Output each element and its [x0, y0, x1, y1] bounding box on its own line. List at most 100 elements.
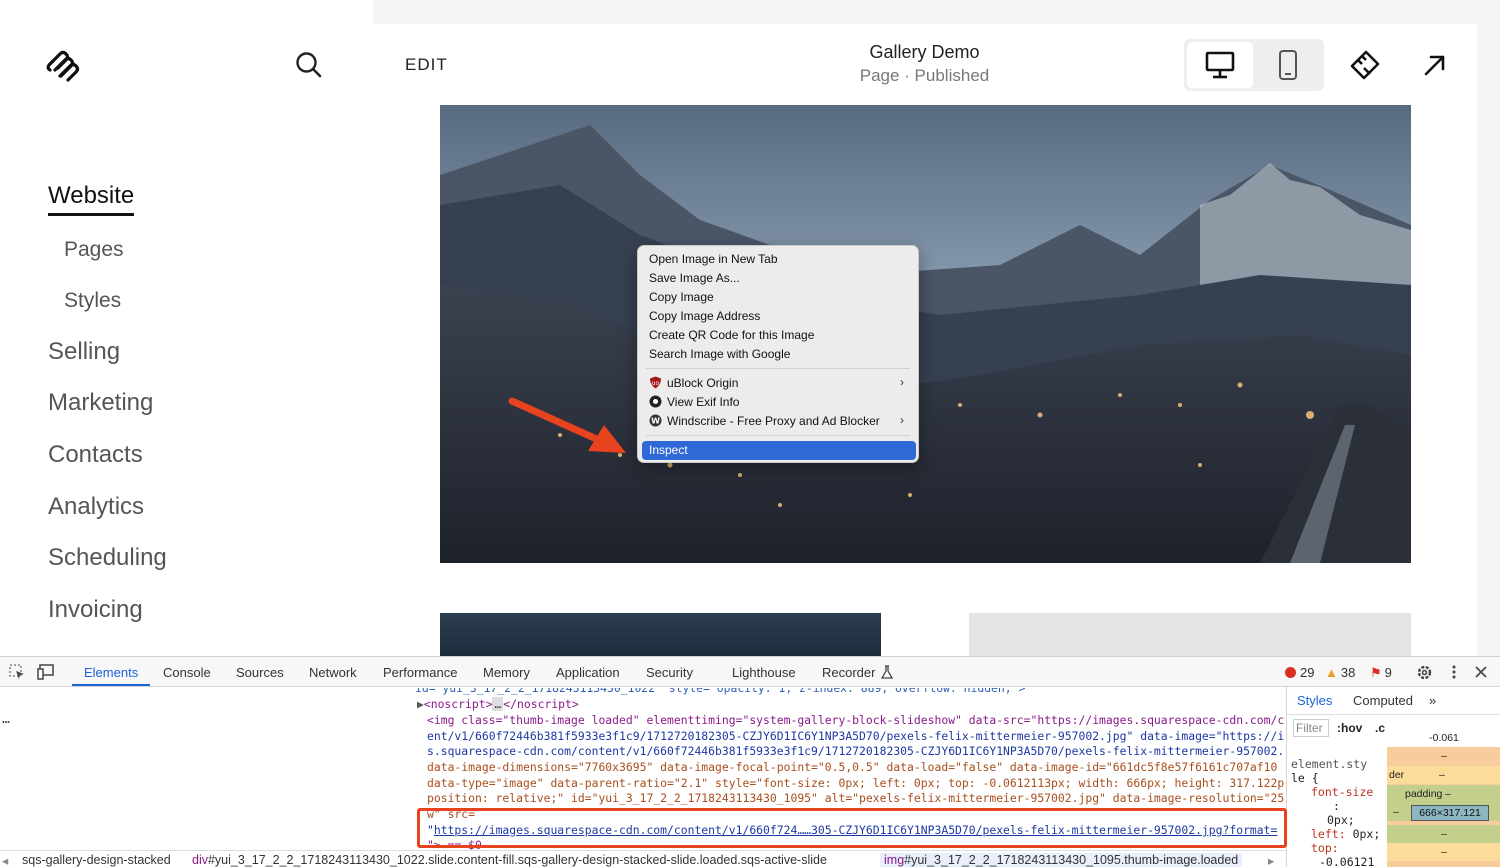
tab-application[interactable]: Application — [556, 665, 620, 680]
element-picker-icon[interactable] — [9, 664, 25, 680]
dom-line[interactable]: position: relative;" id="yui_3_17_2_2_17… — [427, 791, 1284, 807]
submenu-chevron-icon: › — [900, 413, 904, 427]
css-prop-top[interactable]: top: — [1311, 841, 1339, 855]
css-val-top[interactable]: -0.06121 — [1291, 855, 1391, 867]
dom-line[interactable]: s.squarespace-cdn.com/content/v1/660f724… — [427, 744, 1284, 760]
dom-line-noscript[interactable]: ▶<noscript>… </noscript> — [417, 697, 579, 713]
tab-styles[interactable]: Styles — [1297, 693, 1332, 708]
crumb-scroll-left-icon[interactable]: ◂ — [2, 853, 8, 867]
image-src-link[interactable]: https://images.squarespace-cdn.com/conte… — [434, 823, 1278, 837]
nav-website[interactable]: Website — [48, 182, 135, 216]
page-preview — [373, 105, 1477, 656]
menu-open-image-new-tab[interactable]: Open Image in New Tab — [649, 251, 778, 268]
dom-line[interactable]: id="yui_3_17_2_2_1718243113430_1022" sty… — [415, 688, 1025, 697]
desktop-view-button[interactable] — [1187, 42, 1253, 88]
issues-count[interactable]: ⚑ 9 — [1370, 665, 1392, 681]
box-model-diagram: -0.061 – der – padding – – 666×317.121 – – — [1387, 729, 1500, 867]
close-icon[interactable] — [1475, 666, 1487, 678]
gallery-thumb-2[interactable] — [969, 613, 1411, 656]
hov-toggle[interactable]: :hov — [1337, 721, 1362, 735]
tab-recorder[interactable]: Recorder — [822, 665, 875, 680]
dom-tree: … id="yui_3_17_2_2_1718243113430_1022" s… — [0, 688, 1286, 850]
dom-line[interactable]: data-image-dimensions="7760x3695" data-i… — [427, 760, 1277, 776]
gallery-thumb-1[interactable] — [440, 613, 881, 656]
tab-sources[interactable]: Sources — [236, 665, 284, 680]
search-icon[interactable] — [294, 50, 324, 80]
styles-filter-input[interactable]: Filter — [1293, 719, 1329, 737]
menu-separator — [646, 368, 910, 369]
warning-count[interactable]: ▲ 38 — [1325, 665, 1355, 680]
crumb-text: #yui_3_17_2_2_1718243113430_1095.thumb-i… — [904, 853, 1239, 867]
crumb-img[interactable]: img#yui_3_17_2_2_1718243113430_1095.thum… — [880, 853, 1243, 867]
nav-analytics[interactable]: Analytics — [48, 493, 144, 521]
tab-lighthouse[interactable]: Lighthouse — [732, 665, 796, 680]
nav-selling[interactable]: Selling — [48, 338, 120, 366]
css-val-left[interactable]: 0px; — [1353, 827, 1381, 841]
crumb-gallery[interactable]: sqs-gallery-design-stacked — [22, 853, 171, 867]
tab-computed[interactable]: Computed — [1353, 693, 1413, 708]
box-model-top-value[interactable]: -0.061 — [1387, 729, 1500, 747]
mobile-view-button[interactable] — [1255, 42, 1321, 88]
tab-console[interactable]: Console — [163, 665, 211, 680]
site-styles-icon[interactable] — [1348, 48, 1382, 82]
dom-line[interactable]: w" src= — [427, 807, 475, 823]
box-model-content-size[interactable]: 666×317.121 — [1411, 805, 1489, 821]
collapsed-content[interactable]: … — [492, 697, 504, 711]
nav-scheduling[interactable]: Scheduling — [48, 544, 167, 572]
open-external-icon[interactable] — [1420, 50, 1450, 80]
dom-line[interactable]: ent/v1/660f72446b381f5933e3f1c9/17127201… — [427, 729, 1284, 745]
tab-network[interactable]: Network — [309, 665, 357, 680]
crumb-text: #yui_3_17_2_2_1718243113430_1022.slide.c… — [207, 853, 827, 867]
menu-save-image-as[interactable]: Save Image As... — [649, 270, 740, 287]
dom-line[interactable]: <img class="thumb-image loaded" elementt… — [427, 713, 1284, 729]
more-tabs-icon[interactable]: » — [1429, 693, 1436, 708]
menu-create-qr-code[interactable]: Create QR Code for this Image — [649, 327, 814, 344]
box-model-dash: – — [1439, 769, 1445, 781]
crumb-div[interactable]: div#yui_3_17_2_2_1718243113430_1022.slid… — [192, 853, 827, 867]
page-status: Page · Published — [859, 66, 990, 85]
tab-elements[interactable]: Elements — [84, 665, 138, 680]
box-model-dash: – — [1387, 825, 1500, 843]
expand-triangle-icon[interactable]: ▶ — [417, 697, 424, 711]
svg-text:uo: uo — [652, 380, 660, 387]
nav-contacts[interactable]: Contacts — [48, 441, 143, 469]
error-count[interactable]: 29 — [1285, 665, 1314, 680]
settings-gear-icon[interactable] — [1416, 664, 1433, 681]
dom-line[interactable]: data-type="image" data-parent-ratio="2.1… — [427, 776, 1284, 792]
tab-performance[interactable]: Performance — [383, 665, 457, 680]
device-toolbar-icon[interactable] — [37, 664, 55, 680]
menu-copy-image[interactable]: Copy Image — [649, 289, 714, 306]
menu-search-image-google[interactable]: Search Image with Google — [649, 346, 790, 363]
nav-marketing[interactable]: Marketing — [48, 389, 153, 417]
kebab-menu-icon[interactable] — [1451, 664, 1457, 680]
svg-text:W: W — [651, 417, 660, 426]
dom-line[interactable]: "> == $0 — [427, 838, 482, 850]
menu-copy-image-address[interactable]: Copy Image Address — [649, 308, 760, 325]
squarespace-logo-icon[interactable] — [46, 50, 82, 82]
quote: " — [427, 823, 434, 837]
box-model-dash: – — [1441, 750, 1447, 762]
css-prop-left[interactable]: left: — [1311, 827, 1346, 841]
box-model-border: der – — [1387, 766, 1500, 784]
editor-topbar: EDIT Gallery Demo Page · Published — [373, 24, 1477, 105]
css-val-font-size[interactable]: 0px; — [1291, 813, 1391, 827]
menu-view-exif-info[interactable]: View Exif Info — [667, 394, 739, 411]
error-icon — [1285, 667, 1296, 678]
nav-styles[interactable]: Styles — [64, 289, 121, 313]
box-model-dash: – — [1445, 788, 1451, 800]
menu-inspect[interactable]: Inspect — [642, 441, 916, 460]
gallery-hero-image[interactable] — [440, 105, 1411, 563]
css-prop-font-size[interactable]: font-size — [1291, 785, 1391, 799]
edit-button[interactable]: EDIT — [405, 55, 448, 75]
tab-memory[interactable]: Memory — [483, 665, 530, 680]
cls-toggle[interactable]: .c — [1375, 721, 1385, 735]
nav-pages[interactable]: Pages — [64, 238, 124, 262]
box-model-dash: – — [1393, 806, 1399, 818]
menu-windscribe[interactable]: Windscribe - Free Proxy and Ad Blocker — [667, 413, 880, 430]
dom-line-src[interactable]: "https://images.squarespace-cdn.com/cont… — [427, 823, 1277, 839]
tab-security[interactable]: Security — [646, 665, 693, 680]
gutter-ellipsis-icon[interactable]: … — [2, 712, 10, 728]
nav-invoicing[interactable]: Invoicing — [48, 596, 143, 624]
menu-ublock-origin[interactable]: uBlock Origin — [667, 375, 738, 392]
crumb-scroll-right-icon[interactable]: ▸ — [1268, 853, 1274, 867]
